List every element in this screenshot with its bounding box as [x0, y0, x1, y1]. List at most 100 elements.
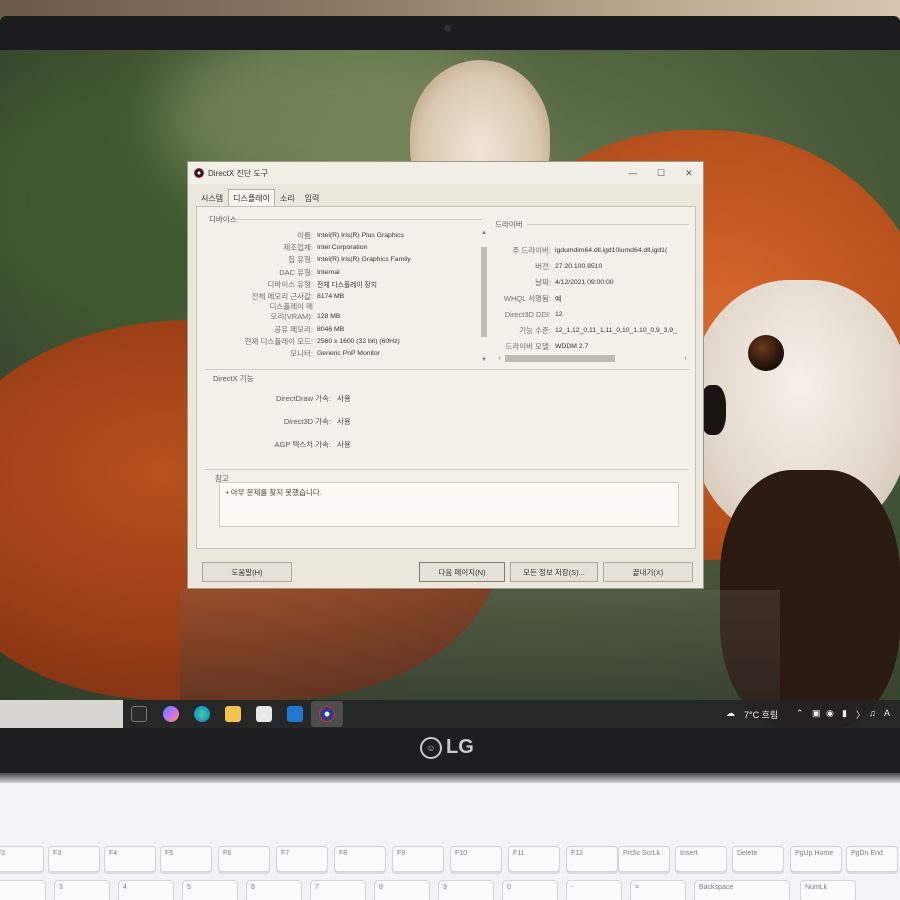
prop-value: 8174 MB — [317, 293, 345, 301]
feature-row-agp: AGP 텍스처 가속: 사용 — [207, 433, 687, 456]
tray-app-icon[interactable]: ◉ — [826, 708, 834, 719]
taskbar-widget-area[interactable] — [0, 700, 123, 728]
key-pgup[interactable]: PgUp Home — [790, 846, 842, 872]
prop-row-vram: 모리(VRAM): 128 MB — [207, 311, 482, 323]
feature-row-directdraw: DirectDraw 가속: 사용 — [207, 387, 687, 410]
weather-icon[interactable]: ☁ — [726, 708, 735, 719]
prop-value: igdumdim64.dll,igd10iumd64.dll,igd1( — [555, 246, 668, 254]
key-8[interactable]: 8 — [374, 880, 430, 900]
divider — [205, 469, 689, 470]
key-equals[interactable]: = — [630, 880, 686, 900]
task-view-icon[interactable] — [131, 706, 147, 722]
driver-properties[interactable]: 주 드라이버: igdumdim64.dll,igd10iumd64.dll,ig… — [495, 242, 690, 362]
key-f3[interactable]: F3 — [48, 846, 100, 872]
prop-value: Intel(R) Iris(R) Graphics Family — [317, 256, 411, 264]
feature-value: 사용 — [337, 440, 351, 449]
key-minus[interactable]: - — [566, 880, 622, 900]
key-f8[interactable]: F8 — [334, 846, 386, 872]
next-page-button[interactable]: 다음 페이지(N) — [419, 562, 505, 582]
dxdiag-taskbar-icon[interactable] — [319, 706, 335, 722]
scroll-up-icon[interactable]: ▲ — [480, 229, 488, 237]
key-pgdn[interactable]: PgDn End — [846, 846, 898, 872]
feature-row-direct3d: Direct3D 가속: 사용 — [207, 410, 687, 433]
tray-chevron-icon[interactable]: ⌃ — [796, 708, 804, 719]
key-0[interactable]: 0 — [502, 880, 558, 900]
key-3[interactable]: 3 — [54, 880, 110, 900]
driver-scrollbar[interactable]: ‹ › — [495, 354, 690, 363]
key-2[interactable]: 2 — [0, 880, 46, 900]
key-delete[interactable]: Delete — [732, 846, 784, 872]
scroll-thumb[interactable] — [481, 247, 487, 337]
key-f6[interactable]: F6 — [218, 846, 270, 872]
prop-row-display-mode: 현재 디스플레이 모드: 2560 x 1600 (32 bit) (60Hz) — [207, 335, 482, 347]
feature-value: 사용 — [337, 394, 351, 403]
prop-label: DAC 유형: — [279, 267, 313, 277]
network-icon[interactable]: 〉 — [856, 708, 865, 721]
copilot-icon[interactable] — [163, 706, 179, 722]
file-explorer-icon[interactable] — [225, 706, 241, 722]
feature-label: Direct3D 가속: — [283, 417, 331, 426]
lg-logo-mark: ☺ — [420, 736, 442, 759]
maximize-icon[interactable]: ☐ — [647, 162, 675, 184]
prop-value: 12 — [555, 310, 563, 318]
key-f12[interactable]: F12 — [566, 846, 618, 872]
key-9[interactable]: 9 — [438, 880, 494, 900]
edge-icon[interactable] — [194, 706, 210, 722]
key-6[interactable]: 6 — [246, 880, 302, 900]
dxdiag-window: DirectX 진단 도구 — ☐ ✕ 시스템 디스플레이 소리 입력 디바이스… — [187, 161, 704, 589]
prop-label: 디바이스 유형: — [267, 279, 313, 289]
drivers-section-title: 드라이버 — [495, 220, 523, 229]
device-properties[interactable]: 이름: Intel(R) Iris(R) Plus Graphics 제조업체: I… — [207, 229, 482, 364]
lg-logo: ☺ LG — [420, 736, 474, 759]
key-backspace[interactable]: Backspace — [694, 880, 790, 900]
prop-value: 8046 MB — [317, 325, 345, 333]
key-f2[interactable]: F2 — [0, 846, 44, 872]
key-numlk[interactable]: NumLk — [800, 880, 856, 900]
prop-label: 칩 유형: — [288, 255, 313, 265]
mail-icon[interactable] — [287, 706, 303, 722]
input-language-indicator[interactable]: A — [884, 708, 890, 718]
scroll-thumb[interactable] — [505, 355, 615, 362]
key-5[interactable]: 5 — [182, 880, 238, 900]
scroll-left-icon[interactable]: ‹ — [495, 354, 504, 363]
prop-label: 이름: — [297, 230, 313, 240]
webcam — [443, 24, 452, 33]
minimize-icon[interactable]: — — [619, 162, 647, 184]
prop-row-chip-type: 칩 유형: Intel(R) Iris(R) Graphics Family — [207, 254, 482, 266]
device-scrollbar[interactable]: ▲ ▼ — [480, 229, 488, 364]
key-f11[interactable]: F11 — [508, 846, 560, 872]
weather-text[interactable]: 7°C 흐림 — [744, 708, 778, 721]
store-icon[interactable] — [256, 706, 272, 722]
key-prtsc[interactable]: PrtSc ScrLk — [618, 846, 670, 872]
save-all-info-button[interactable]: 모든 정보 저장(S)... — [510, 562, 598, 582]
prop-row-shared-memory: 공유 메모리: 8046 MB — [207, 323, 482, 335]
key-f4[interactable]: F4 — [104, 846, 156, 872]
window-title: DirectX 진단 도구 — [208, 168, 269, 178]
prop-row-d3d-ddi: Direct3D DDI: 12 — [495, 306, 690, 322]
prop-label: 드라이버 모델: — [505, 341, 551, 351]
tray-app-icon[interactable]: ▣ — [812, 708, 821, 719]
features-section-title: DirectX 기능 — [213, 374, 254, 383]
key-f10[interactable]: F10 — [450, 846, 502, 872]
key-7[interactable]: 7 — [310, 880, 366, 900]
prop-row-vram-wrap: 디스플레이 메 — [207, 302, 482, 311]
key-f9[interactable]: F9 — [392, 846, 444, 872]
key-f5[interactable]: F5 — [160, 846, 212, 872]
exit-button[interactable]: 끝내기(X) — [603, 562, 693, 582]
prop-value: 2560 x 1600 (32 bit) (60Hz) — [317, 338, 400, 346]
prop-value: WDDM 2.7 — [555, 342, 589, 350]
key-4[interactable]: 4 — [118, 880, 174, 900]
notes-box[interactable]: • 아무 문제를 찾지 못했습니다. — [219, 482, 679, 527]
close-icon[interactable]: ✕ — [675, 162, 703, 184]
battery-icon[interactable]: ▮ — [842, 708, 847, 719]
scroll-down-icon[interactable]: ▼ — [480, 356, 488, 364]
laptop-hinge — [0, 773, 900, 783]
volume-icon[interactable]: ♫ — [869, 708, 876, 718]
key-f7[interactable]: F7 — [276, 846, 328, 872]
prop-label: 버전: — [535, 261, 551, 271]
help-button[interactable]: 도움말(H) — [202, 562, 292, 582]
scroll-right-icon[interactable]: › — [681, 354, 690, 363]
key-insert[interactable]: Insert — [675, 846, 727, 872]
title-bar[interactable]: DirectX 진단 도구 — ☐ ✕ — [188, 162, 703, 184]
prop-row-dac-type: DAC 유형: Internal — [207, 266, 482, 278]
